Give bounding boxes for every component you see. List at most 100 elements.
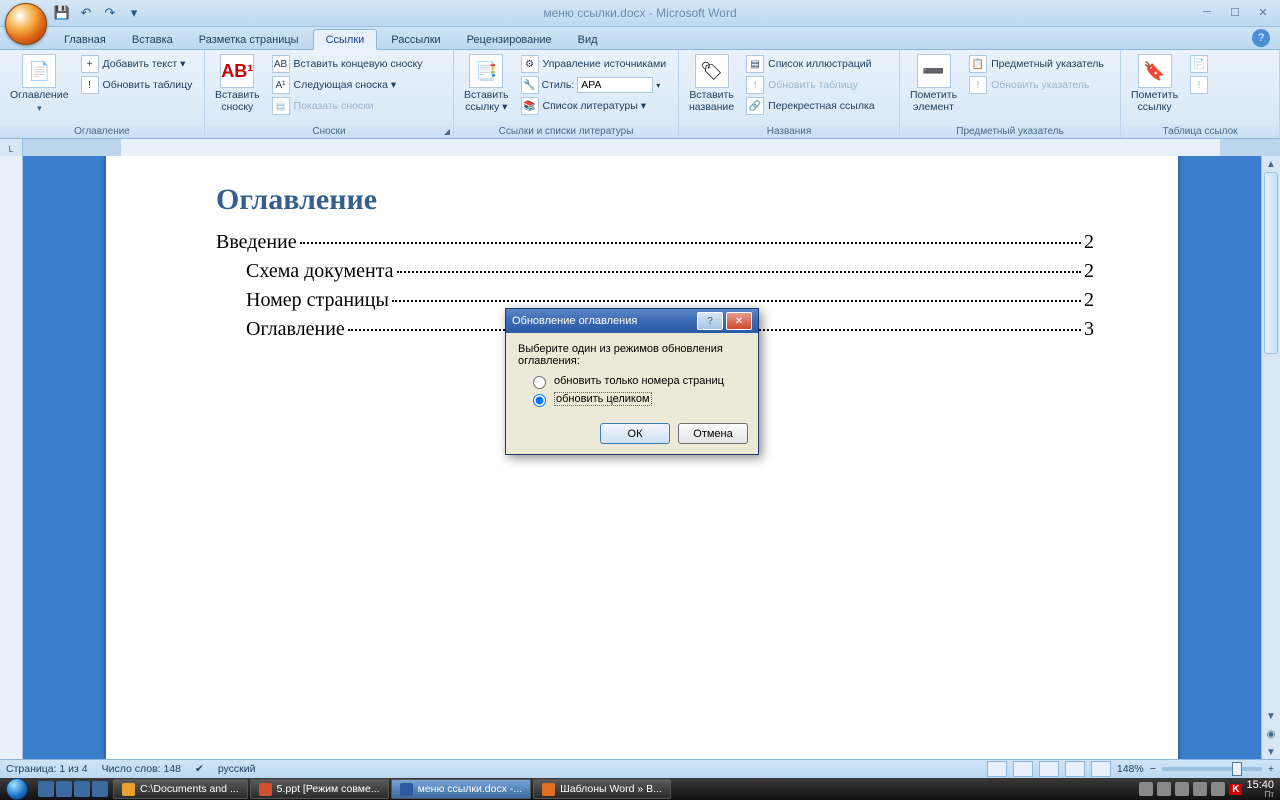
dialog-close-button[interactable]: ✕: [726, 312, 752, 330]
vertical-ruler[interactable]: [0, 156, 23, 760]
tray-icon[interactable]: [1175, 782, 1189, 796]
update-icon: !: [81, 76, 99, 94]
insert-endnote-button[interactable]: ABВставить концевую сноску: [268, 54, 427, 74]
dialog-titlebar[interactable]: Обновление оглавления ? ✕: [506, 309, 758, 333]
cancel-button[interactable]: Отмена: [678, 423, 748, 444]
update-index-button: !Обновить указатель: [965, 75, 1108, 95]
insert-toa-button[interactable]: 📄: [1186, 54, 1212, 74]
minimize-button[interactable]: ─: [1196, 4, 1218, 20]
taskbar-item[interactable]: C:\Documents and ...: [113, 779, 248, 799]
tab-review[interactable]: Рецензирование: [455, 30, 564, 49]
update-toc-button[interactable]: !Обновить таблицу: [77, 75, 197, 95]
view-draft-icon[interactable]: [1091, 761, 1111, 777]
undo-icon[interactable]: ↶: [76, 3, 96, 23]
dialog-prompt: Выберите один из режимов обновления огла…: [518, 343, 746, 367]
group-label-footnotes: Сноски◢: [205, 125, 453, 138]
manage-sources-button[interactable]: ⚙Управление источниками: [517, 54, 671, 74]
tab-mailings[interactable]: Рассылки: [379, 30, 452, 49]
toc-entry[interactable]: Введение2: [216, 231, 1094, 254]
taskbar-clock[interactable]: 15:40Пт: [1246, 780, 1274, 799]
ql-icon[interactable]: [38, 781, 54, 797]
scrollbar-thumb[interactable]: [1264, 172, 1278, 354]
radio-update-all[interactable]: обновить целиком: [528, 391, 746, 407]
next-footnote-button[interactable]: A¹Следующая сноска ▾: [268, 75, 427, 95]
toc-entry[interactable]: Схема документа2: [216, 260, 1094, 283]
cross-reference-button[interactable]: 🔗Перекрестная ссылка: [742, 96, 878, 116]
mark-entry-button[interactable]: ➖ Пометить элемент: [904, 52, 963, 115]
prev-page-icon[interactable]: ◉: [1262, 726, 1280, 742]
scroll-down-icon[interactable]: ▼: [1262, 708, 1280, 724]
footnotes-launcher-icon[interactable]: ◢: [444, 127, 450, 136]
view-full-screen-icon[interactable]: [1013, 761, 1033, 777]
proofing-icon[interactable]: ✔: [195, 763, 204, 775]
maximize-button[interactable]: ☐: [1224, 4, 1246, 20]
close-button[interactable]: ✕: [1252, 4, 1274, 20]
insert-footnote-button[interactable]: AB¹ Вставить сноску: [209, 52, 266, 115]
tab-references[interactable]: Ссылки: [313, 29, 378, 50]
tray-icon[interactable]: [1157, 782, 1171, 796]
view-web-layout-icon[interactable]: [1039, 761, 1059, 777]
vertical-scrollbar[interactable]: ▲ ▼ ◉ ▼: [1261, 156, 1280, 760]
add-text-button[interactable]: +Добавить текст ▾: [77, 54, 197, 74]
powerpoint-icon: [259, 783, 272, 796]
citation-style-input[interactable]: [577, 77, 653, 93]
taskbar-item[interactable]: 5.ppt [Режим совме...: [250, 779, 389, 799]
ql-icon[interactable]: [56, 781, 72, 797]
status-page[interactable]: Страница: 1 из 4: [6, 763, 88, 775]
tray-icon[interactable]: [1139, 782, 1153, 796]
tab-insert[interactable]: Вставка: [120, 30, 185, 49]
insert-caption-button[interactable]: 🏷 Вставить название: [683, 52, 740, 115]
table-of-figures-button[interactable]: ▤Список иллюстраций: [742, 54, 878, 74]
redo-icon[interactable]: ↷: [100, 3, 120, 23]
group-label-index: Предметный указатель: [900, 125, 1120, 138]
insert-citation-button[interactable]: 📑 Вставить ссылку ▾: [458, 52, 515, 115]
dialog-help-button[interactable]: ?: [697, 312, 723, 330]
save-icon[interactable]: 💾: [52, 3, 72, 23]
tray-icon[interactable]: [1211, 782, 1225, 796]
toc-button[interactable]: 📄 Оглавление ▼: [4, 52, 75, 115]
windows-taskbar: C:\Documents and ... 5.ppt [Режим совме.…: [0, 778, 1280, 800]
window-titlebar: 💾 ↶ ↷ ▾ меню ссылки.docx - Microsoft Wor…: [0, 0, 1280, 27]
ql-icon[interactable]: [74, 781, 90, 797]
word-icon: [400, 783, 413, 796]
status-language[interactable]: русский: [218, 763, 256, 775]
zoom-level[interactable]: 148%: [1117, 763, 1144, 775]
qat-more-icon[interactable]: ▾: [124, 3, 144, 23]
update-index-icon: !: [969, 76, 987, 94]
help-icon[interactable]: ?: [1252, 29, 1270, 47]
window-title: меню ссылки.docx - Microsoft Word: [543, 6, 736, 20]
group-label-toc: Оглавление: [0, 125, 204, 138]
ql-icon[interactable]: [92, 781, 108, 797]
zoom-in-icon[interactable]: +: [1268, 763, 1274, 775]
view-outline-icon[interactable]: [1065, 761, 1085, 777]
mark-citation-button[interactable]: 🔖 Пометить ссылку: [1125, 52, 1184, 115]
show-footnotes-button: ▤Показать сноски: [268, 96, 427, 116]
zoom-slider[interactable]: [1162, 767, 1262, 771]
next-page-icon[interactable]: ▼: [1262, 744, 1280, 760]
taskbar-item[interactable]: меню ссылки.docx -...: [391, 779, 532, 799]
insert-index-button[interactable]: 📋Предметный указатель: [965, 54, 1108, 74]
zoom-out-icon[interactable]: −: [1150, 763, 1156, 775]
tab-view[interactable]: Вид: [566, 30, 610, 49]
update-toa-button: !: [1186, 75, 1212, 95]
index-icon: 📋: [969, 55, 987, 73]
scroll-up-icon[interactable]: ▲: [1262, 156, 1280, 172]
document-viewport[interactable]: Оглавление Введение2 Схема документа2 Но…: [23, 156, 1261, 760]
status-word-count[interactable]: Число слов: 148: [102, 763, 181, 775]
folder-icon: [122, 783, 135, 796]
figures-list-icon: ▤: [746, 55, 764, 73]
office-button[interactable]: [5, 3, 47, 45]
start-button[interactable]: [0, 778, 34, 800]
view-print-layout-icon[interactable]: [987, 761, 1007, 777]
tray-icon[interactable]: [1193, 782, 1207, 796]
radio-update-pages[interactable]: обновить только номера страниц: [528, 373, 746, 389]
citation-icon: 📑: [469, 54, 503, 88]
ok-button[interactable]: ОК: [600, 423, 670, 444]
tab-home[interactable]: Главная: [52, 30, 118, 49]
mark-citation-icon: 🔖: [1138, 54, 1172, 88]
citation-style-field[interactable]: 🔧Стиль:▾: [517, 75, 671, 95]
kaspersky-icon[interactable]: K: [1229, 784, 1242, 795]
taskbar-item[interactable]: Шаблоны Word » В...: [533, 779, 671, 799]
bibliography-button[interactable]: 📚Список литературы ▾: [517, 96, 671, 116]
tab-page-layout[interactable]: Разметка страницы: [187, 30, 311, 49]
